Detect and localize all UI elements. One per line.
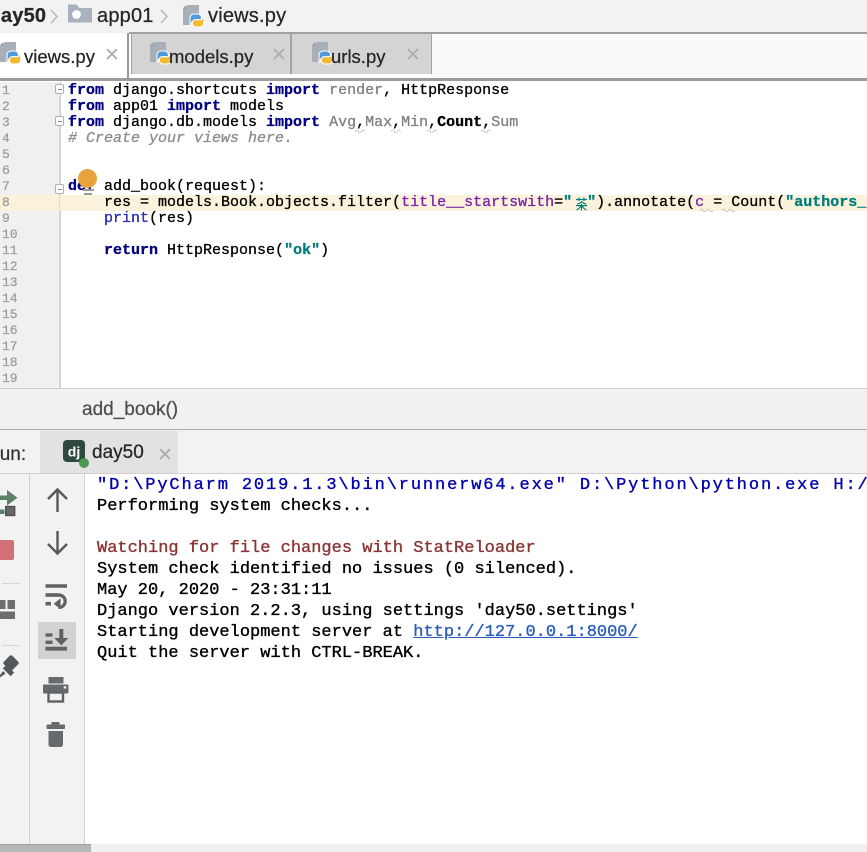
svg-text:dj: dj [68, 444, 80, 460]
